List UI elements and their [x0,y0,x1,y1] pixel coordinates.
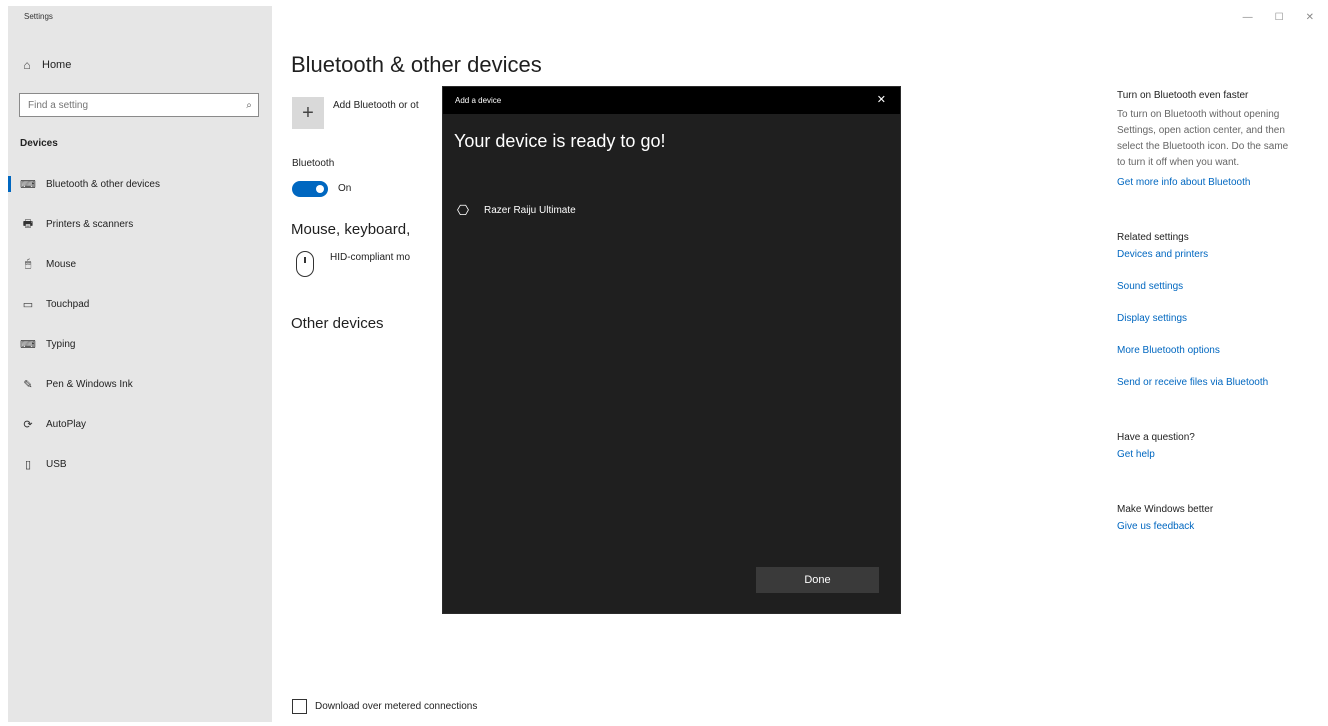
send-receive-files-link[interactable]: Send or receive files via Bluetooth [1117,377,1317,388]
search-icon[interactable]: ⌕ [240,100,258,111]
sidebar-item-typing[interactable]: ⌨ Typing [8,324,272,364]
learn-more-link[interactable]: Get more info about Bluetooth [1117,177,1317,188]
sidebar-item-label: USB [46,458,67,470]
sidebar-item-label: Touchpad [46,298,90,310]
done-button[interactable]: Done [756,567,879,593]
sidebar-item-printers[interactable]: 🖶 Printers & scanners [8,204,272,244]
sidebar-item-label: Bluetooth & other devices [46,178,160,190]
sidebar-nav: ⌨ Bluetooth & other devices 🖶 Printers &… [8,164,272,484]
autoplay-icon: ⟳ [23,418,33,431]
sidebar-item-touchpad[interactable]: ▭ Touchpad [8,284,272,324]
home-nav-item[interactable]: ⌂ Home [20,58,71,72]
home-icon: ⌂ [23,58,31,72]
bluetooth-toggle[interactable] [292,181,328,197]
mouse-keyboard-heading: Mouse, keyboard, [291,221,411,238]
bluetooth-device-icon: ⌨ [20,178,36,191]
sidebar-item-label: AutoPlay [46,418,87,430]
sidebar-item-label: Pen & Windows Ink [46,378,133,390]
printer-icon: 🖶 [22,217,34,230]
gamepad-icon: ⎔ [456,202,470,218]
sound-settings-link[interactable]: Sound settings [1117,281,1317,292]
bluetooth-label: Bluetooth [292,158,335,169]
other-devices-heading: Other devices [291,315,384,332]
home-label: Home [42,59,72,71]
turn-on-heading: Turn on Bluetooth even faster [1117,90,1249,101]
make-better-heading: Make Windows better [1117,504,1214,515]
section-label: Devices [20,138,58,149]
add-device-dialog: Add a device ✕ Your device is ready to g… [443,87,900,613]
add-device-button[interactable]: + [292,97,324,129]
question-heading: Have a question? [1117,432,1195,443]
hid-device-label[interactable]: HID-compliant mo [330,252,410,263]
sidebar-item-pen[interactable]: ✎ Pen & Windows Ink [8,364,272,404]
display-settings-link[interactable]: Display settings [1117,313,1317,324]
metered-option[interactable]: Download over metered connections [292,699,477,714]
sidebar-item-autoplay[interactable]: ⟳ AutoPlay [8,404,272,444]
usb-icon: ▯ [24,458,32,471]
connected-device: ⎔ Razer Raiju Ultimate [454,202,576,219]
device-name: Razer Raiju Ultimate [484,205,576,216]
mouse-icon: 🖱 [24,257,32,270]
keyboard-icon: ⌨ [20,338,36,351]
dialog-title: Add a device [455,96,502,105]
search-box[interactable]: ⌕ [19,93,259,117]
feedback-link[interactable]: Give us feedback [1117,521,1317,532]
add-device-label[interactable]: Add Bluetooth or ot [333,100,419,111]
close-window-button[interactable]: ✕ [1306,12,1314,23]
sidebar-item-label: Mouse [46,258,77,270]
app-title: Settings [24,12,53,21]
more-bluetooth-options-link[interactable]: More Bluetooth options [1117,345,1317,356]
close-icon[interactable]: ✕ [877,94,886,106]
related-settings-heading: Related settings [1117,232,1189,243]
dialog-titlebar: Add a device ✕ [443,87,900,114]
page-title: Bluetooth & other devices [291,52,542,77]
window-controls: — ☐ ✕ [1243,12,1314,23]
turn-on-body: To turn on Bluetooth without opening Set… [1117,109,1289,168]
dialog-heading: Your device is ready to go! [454,131,666,151]
sidebar-item-label: Printers & scanners [46,218,134,230]
metered-checkbox[interactable] [292,699,307,714]
devices-printers-link[interactable]: Devices and printers [1117,249,1317,260]
mouse-device-icon [296,251,314,277]
bluetooth-state: On [338,183,352,194]
metered-label: Download over metered connections [315,701,478,712]
sidebar-item-mouse[interactable]: 🖱 Mouse [8,244,272,284]
minimize-button[interactable]: — [1243,12,1253,23]
sidebar-item-usb[interactable]: ▯ USB [8,444,272,484]
pen-icon: ✎ [23,378,33,391]
search-input[interactable] [20,99,240,111]
sidebar-item-label: Typing [46,338,76,350]
touchpad-icon: ▭ [22,298,34,311]
get-help-link[interactable]: Get help [1117,449,1317,460]
plus-icon: + [302,101,314,124]
maximize-button[interactable]: ☐ [1275,12,1284,23]
right-panel: Turn on Bluetooth even faster To turn on… [1117,90,1317,532]
sidebar-item-bluetooth[interactable]: ⌨ Bluetooth & other devices [8,164,272,204]
